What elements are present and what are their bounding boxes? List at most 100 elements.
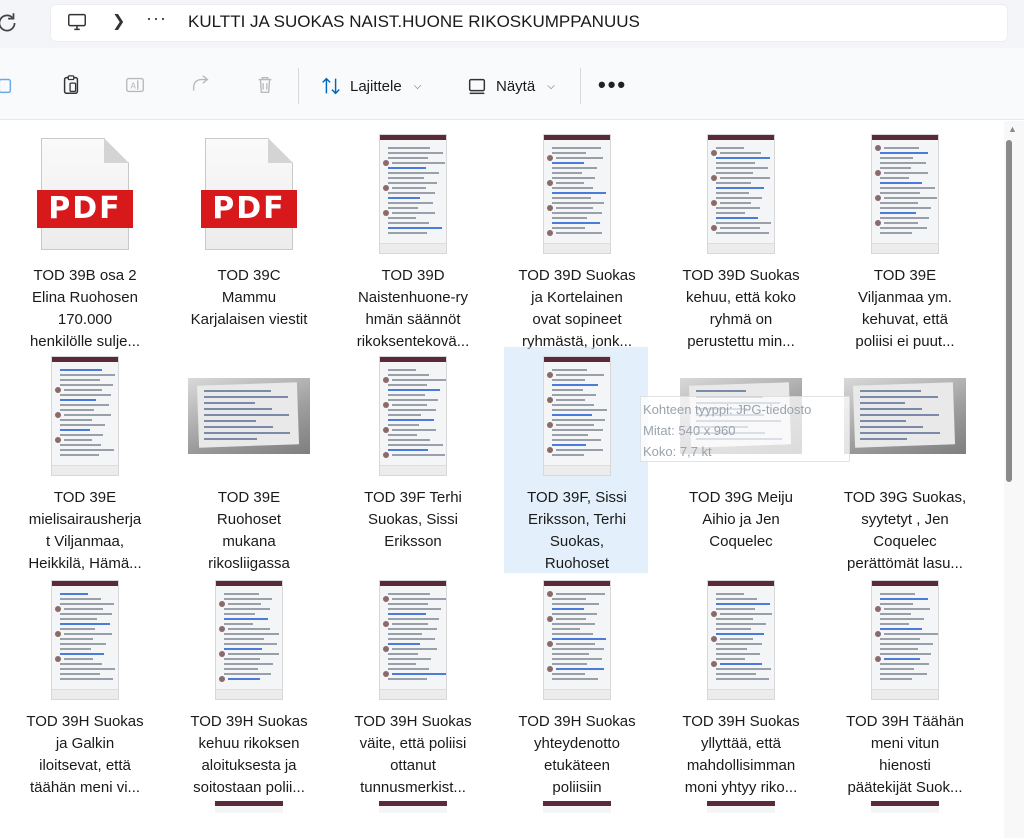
pdf-file-icon: PDF: [201, 138, 297, 250]
file-name: TOD 39H Suokas ja Galkin iloitsevat, että t…: [14, 711, 156, 799]
rename-icon[interactable]: A: [124, 74, 146, 96]
sort-label: Lajittele: [350, 77, 402, 95]
view-label: Näytä: [496, 77, 536, 95]
file-item[interactable]: TOD 39E Viljanmaa ym. kehuvat, että poliisi…: [834, 129, 976, 350]
file-thumbnail-area: [14, 575, 156, 705]
file-name: TOD 39E Ruohoset mukana rikosliigassa: [178, 487, 320, 575]
file-name-line: rikosliigassa: [208, 555, 290, 572]
file-thumbnail-area: [342, 575, 484, 705]
image-thumbnail: [379, 801, 447, 813]
file-item[interactable]: TOD 39H Suokas väite, että poliisi ottanut…: [342, 575, 484, 796]
file-thumbnail-area: PDF: [178, 129, 320, 259]
file-name: TOD 39D Suokas kehuu, että koko ryhmä on pe…: [670, 265, 812, 353]
file-item[interactable]: TOD 39H Suokas ja Galkin iloitsevat, että t…: [14, 575, 156, 796]
file-item[interactable]: TOD 39F Terhi Suokas, Sissi Eriksson: [342, 351, 484, 571]
file-name-line: Coquelec: [709, 533, 773, 550]
file-item[interactable]: TOD 39H Suokas yllyttää, että mahdollisimm…: [670, 575, 812, 796]
sort-icon: [322, 77, 340, 95]
file-name-line: Coquelec: [873, 533, 937, 550]
file-name: TOD 39G Meiju Aihio ja Jen Coquelec: [670, 487, 812, 553]
file-thumbnail-area: [834, 351, 976, 481]
scroll-up-arrow-icon[interactable]: ▲: [1008, 124, 1017, 134]
file-name: TOD 39E Viljanmaa ym. kehuvat, että poliisi…: [834, 265, 976, 353]
paste-icon[interactable]: [60, 74, 82, 96]
image-thumbnail: [543, 134, 611, 254]
photo-thumbnail: [844, 378, 966, 454]
more-options-button[interactable]: •••: [598, 72, 627, 98]
file-item[interactable]: PDF TOD 39C Mammu Karjalaisen viestit: [178, 129, 320, 349]
file-name: TOD 39E mielisairausherja t Viljanmaa, Heik…: [14, 487, 156, 575]
file-item[interactable]: PDF TOD 39B osa 2 Elina Ruohosen 170.000 hen…: [14, 129, 156, 350]
file-name-line: ja Galkin: [55, 735, 115, 752]
refresh-icon[interactable]: [0, 10, 20, 36]
file-thumbnail-area: PDF: [14, 129, 156, 259]
file-name-line: Aihio ja Jen: [702, 511, 780, 528]
image-thumbnail: [379, 134, 447, 254]
toolbar-separator: [580, 68, 581, 104]
image-thumbnail: [51, 356, 119, 476]
file-item[interactable]: TOD 39H Suokas yhteydenotto etukäteen polii…: [506, 575, 648, 796]
file-item[interactable]: TOD 39H Suokas kehuu rikoksen aloituksesta…: [178, 575, 320, 796]
file-item[interactable]: TOD 39D Suokas ja Kortelainen ovat sopinee…: [506, 129, 648, 350]
file-name-line: moni yhtyy riko...: [684, 779, 798, 796]
file-name-line: TOD 39H Suokas: [518, 713, 636, 730]
file-name: TOD 39H Täähän meni vitun hienosti päätekij…: [834, 711, 976, 799]
file-name-line: TOD 39B osa 2: [33, 267, 137, 284]
image-thumbnail: [215, 580, 283, 700]
share-icon[interactable]: [190, 74, 212, 96]
file-name-line: kehuu, että koko: [685, 289, 797, 306]
scrollbar-thumb[interactable]: [1006, 140, 1012, 482]
breadcrumb-current-folder[interactable]: KULTTI JA SUOKAS NAIST.HUONE RIKOSKUMPPA…: [188, 12, 640, 32]
file-thumbnail-area: [342, 129, 484, 259]
sort-button[interactable]: Lajittele ⌵: [320, 74, 421, 98]
file-name-line: tunnusmerkist...: [360, 779, 466, 796]
svg-text:A: A: [130, 81, 136, 91]
file-name-line: TOD 39H Suokas: [190, 713, 308, 730]
delete-icon[interactable]: [254, 74, 276, 96]
file-name-line: Viljanmaa ym.: [858, 289, 952, 306]
file-name-line: Suokas,: [549, 533, 605, 550]
image-thumbnail: [543, 801, 611, 813]
file-name-line: mielisairausherja: [28, 511, 142, 528]
file-name-line: TOD 39F, Sissi: [527, 489, 627, 506]
file-name: TOD 39F, Sissi Eriksson, Terhi Suokas, Ruoh…: [506, 487, 648, 575]
toolbar-separator: [298, 68, 299, 104]
this-pc-icon[interactable]: [66, 11, 88, 33]
pdf-file-icon: PDF: [37, 138, 133, 250]
file-name-line: väite, että poliisi: [359, 735, 467, 752]
file-name-line: ja Kortelainen: [531, 289, 623, 306]
file-thumbnail-area: [834, 575, 976, 705]
view-button[interactable]: Näytä ⌵: [466, 74, 555, 98]
file-name-line: perustettu min...: [687, 333, 795, 350]
file-name-line: Ruohoset: [544, 555, 610, 572]
file-name: TOD 39G Suokas, syytetyt , Jen Coquelec per…: [834, 487, 976, 575]
breadcrumb-chevron-icon[interactable]: ❯: [112, 11, 125, 31]
file-item[interactable]: TOD 39F, Sissi Eriksson, Terhi Suokas, Ruoh…: [504, 347, 648, 573]
file-name-line: poliisiin: [552, 779, 602, 796]
file-name-line: meni vitun: [870, 735, 940, 752]
file-name-line: henkilölle sulje...: [29, 333, 141, 350]
file-name: TOD 39H Suokas yllyttää, että mahdollisimm…: [670, 711, 812, 799]
file-thumbnail-area: [670, 129, 812, 259]
image-thumbnail: [707, 801, 775, 813]
file-name: TOD 39F Terhi Suokas, Sissi Eriksson: [342, 487, 484, 553]
file-thumbnail-area: [670, 575, 812, 705]
file-thumbnail-area: [506, 575, 648, 705]
breadcrumb-overflow-button[interactable]: ···: [146, 8, 167, 29]
file-name-line: rikoksentekovä...: [356, 333, 470, 350]
file-name: TOD 39H Suokas kehuu rikoksen aloituksesta…: [178, 711, 320, 799]
file-name: TOD 39D Naistenhuone-ry hmän säännöt rikoks…: [342, 265, 484, 353]
file-item[interactable]: TOD 39D Naistenhuone-ry hmän säännöt rikoks…: [342, 129, 484, 350]
file-item[interactable]: TOD 39E mielisairausherja t Viljanmaa, Heik…: [14, 351, 156, 572]
file-item[interactable]: TOD 39D Suokas kehuu, että koko ryhmä on pe…: [670, 129, 812, 350]
file-name-line: Eriksson: [384, 533, 442, 550]
file-name-line: TOD 39E: [217, 489, 281, 506]
file-name-line: TOD 39F Terhi: [364, 489, 462, 506]
file-name-line: TOD 39E: [53, 489, 117, 506]
file-thumbnail-area: [178, 351, 320, 481]
copy-icon[interactable]: [0, 74, 14, 96]
file-item[interactable]: TOD 39E Ruohoset mukana rikosliigassa: [178, 351, 320, 572]
image-thumbnail: [379, 580, 447, 700]
file-item[interactable]: TOD 39G Suokas, syytetyt , Jen Coquelec per…: [834, 351, 976, 572]
file-item[interactable]: TOD 39H Täähän meni vitun hienosti päätekij…: [834, 575, 976, 796]
